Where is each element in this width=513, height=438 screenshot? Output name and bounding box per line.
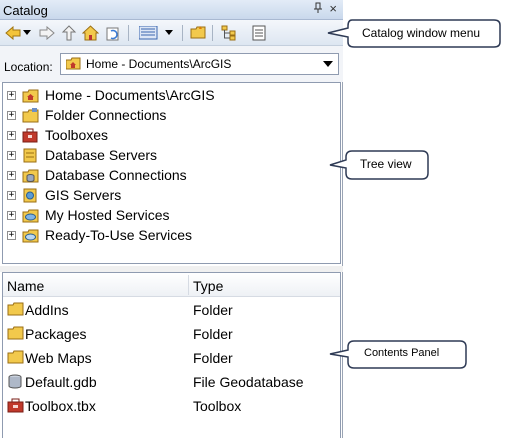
connect-folder-icon[interactable] (190, 24, 207, 41)
tree-item-label: Home - Documents\ArcGIS (45, 87, 215, 103)
toolboxes-icon (22, 128, 39, 143)
tree-item-label: Ready-To-Use Services (45, 227, 193, 243)
row-name: Packages (25, 326, 87, 342)
table-row[interactable]: Packages Folder (3, 322, 340, 346)
catalog-toolbar (0, 20, 343, 46)
expand-icon[interactable]: + (7, 131, 16, 140)
database-servers-icon (22, 148, 39, 163)
expand-icon[interactable]: + (7, 211, 16, 220)
ready-services-icon (22, 228, 39, 243)
callout-label: Tree view (360, 157, 412, 171)
expand-icon[interactable]: + (7, 231, 16, 240)
tree-item-label: Toolboxes (45, 127, 109, 143)
geodatabase-icon (7, 374, 24, 389)
catalog-title-bar: Catalog × (0, 0, 343, 20)
row-name: Default.gdb (25, 374, 97, 390)
contents-header: Name Type (3, 273, 340, 297)
toolbar-separator (128, 25, 129, 41)
options-icon[interactable] (250, 24, 267, 41)
callout-tree-view: Tree view (328, 148, 432, 182)
refresh-icon[interactable] (104, 24, 121, 41)
location-combobox[interactable]: Home - Documents\ArcGIS (60, 53, 339, 75)
row-name: AddIns (25, 302, 69, 318)
home-icon[interactable] (82, 24, 99, 41)
column-header-name[interactable]: Name (7, 278, 44, 294)
table-row[interactable]: Toolbox.tbx Toolbox (3, 394, 340, 418)
row-type: Toolbox (193, 398, 242, 414)
views-icon[interactable] (136, 24, 162, 41)
tree-item-label: Database Connections (45, 167, 187, 183)
chevron-down-icon[interactable] (323, 61, 333, 67)
tree-item-label: Database Servers (45, 147, 158, 163)
forward-icon[interactable] (38, 24, 55, 41)
location-label: Location: (4, 60, 53, 74)
column-divider[interactable] (188, 275, 189, 295)
callout-catalog-window-menu: Catalog window menu (326, 16, 506, 50)
expand-icon[interactable]: + (7, 191, 16, 200)
toolbar-separator (212, 25, 213, 41)
screenshot-root: Catalog × Location: Home - Documents\Arc… (0, 0, 513, 438)
row-name: Web Maps (25, 350, 92, 366)
column-header-type[interactable]: Type (193, 278, 223, 294)
row-type: File Geodatabase (193, 374, 304, 390)
tree-item-database-connections[interactable]: + Database Connections (7, 166, 337, 186)
row-type: Folder (193, 302, 233, 318)
tree-item-label: GIS Servers (45, 187, 122, 203)
callout-label: Contents Panel (364, 347, 440, 359)
location-bar: Location: Home - Documents\ArcGIS (0, 46, 343, 82)
callout-contents-panel: Contents Panel (328, 338, 470, 370)
location-value: Home - Documents\ArcGIS (86, 57, 232, 71)
expand-icon[interactable]: + (7, 111, 16, 120)
tree-item-database-servers[interactable]: + Database Servers (7, 146, 337, 166)
back-dropdown-icon[interactable] (22, 24, 32, 41)
catalog-tree: + Home - Documents\ArcGIS + Folder Conne… (2, 82, 341, 264)
folder-icon (7, 326, 24, 341)
tree-item-home[interactable]: + Home - Documents\ArcGIS (7, 86, 337, 106)
home-folder-icon (65, 57, 81, 70)
tree-item-label: Folder Connections (45, 107, 167, 123)
tree-item-ready-to-use-services[interactable]: + Ready-To-Use Services (7, 226, 337, 246)
back-icon[interactable] (4, 24, 21, 41)
views-dropdown-icon[interactable] (164, 24, 174, 41)
table-row[interactable]: AddIns Folder (3, 298, 340, 322)
catalog-window: Catalog × Location: Home - Documents\Arc… (0, 0, 343, 438)
tree-item-toolboxes[interactable]: + Toolboxes (7, 126, 337, 146)
table-row[interactable]: Web Maps Folder (3, 346, 340, 370)
tree-item-my-hosted-services[interactable]: + My Hosted Services (7, 206, 337, 226)
callout-label: Catalog window menu (362, 26, 481, 40)
tree-item-label: My Hosted Services (45, 207, 170, 223)
gis-servers-icon (22, 188, 39, 203)
home-folder-icon (22, 88, 39, 103)
row-type: Folder (193, 350, 233, 366)
table-row[interactable]: Default.gdb File Geodatabase (3, 370, 340, 394)
row-name: Toolbox.tbx (25, 398, 96, 414)
tree-item-gis-servers[interactable]: + GIS Servers (7, 186, 337, 206)
database-connections-icon (22, 168, 39, 183)
hosted-services-icon (22, 208, 39, 223)
expand-icon[interactable]: + (7, 171, 16, 180)
contents-panel: Name Type AddIns Folder Packages Folder (2, 272, 341, 438)
folder-icon (7, 302, 24, 317)
row-type: Folder (193, 326, 233, 342)
folder-icon (7, 350, 24, 365)
catalog-title: Catalog (3, 3, 48, 18)
toolbar-separator (182, 25, 183, 41)
tree-item-folder-connections[interactable]: + Folder Connections (7, 106, 337, 126)
auto-hide-pin-icon[interactable] (313, 2, 323, 17)
expand-icon[interactable]: + (7, 151, 16, 160)
folder-connections-icon (22, 108, 39, 123)
close-icon[interactable]: × (329, 1, 337, 16)
up-level-icon[interactable] (60, 24, 77, 41)
tree-toggle-icon[interactable] (220, 24, 237, 41)
toolbox-icon (7, 398, 24, 413)
expand-icon[interactable]: + (7, 91, 16, 100)
